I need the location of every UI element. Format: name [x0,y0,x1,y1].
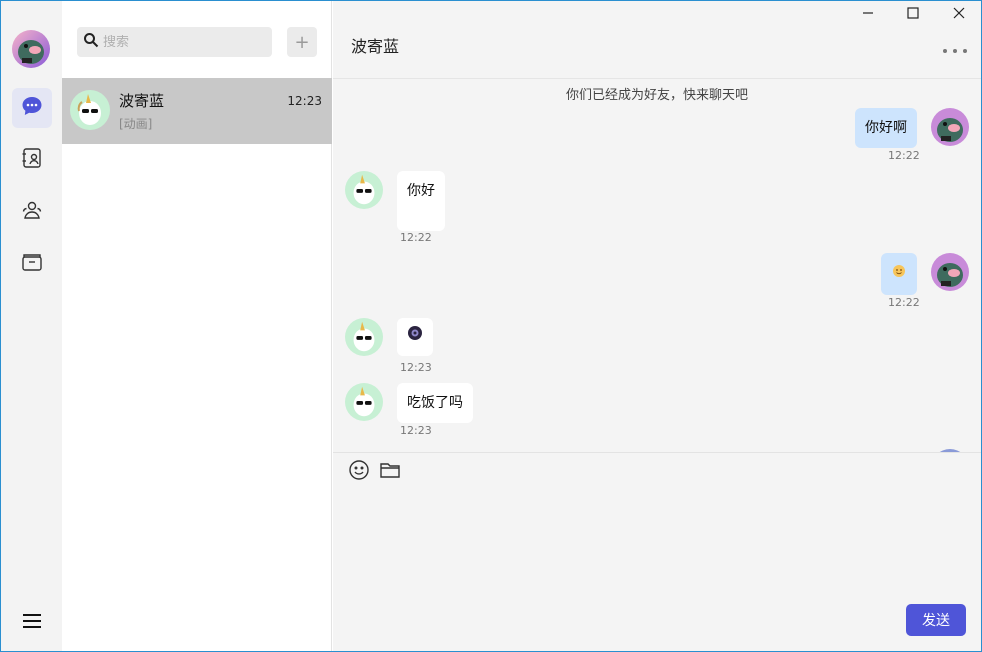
chat-title: 波寄蓝 [351,37,400,56]
system-tip: 你们已经成为好友，快来聊天吧 [565,88,748,103]
search-input[interactable] [103,34,263,50]
input-divider [333,452,981,453]
contact-avatar[interactable] [345,171,383,209]
self-avatar[interactable] [931,108,969,146]
maximize-icon [907,7,919,23]
contact-avatar[interactable] [345,318,383,356]
message-bubble-self[interactable] [881,253,917,295]
dot [953,49,957,53]
add-button[interactable]: + [287,27,317,57]
file-button[interactable] [378,460,402,484]
session-preview: [动画] [119,117,153,131]
message-time: 12:22 [888,149,920,162]
message-list[interactable]: 你们已经成为好友，快来聊天吧 你好啊 12:22 你好 12:22 12:22 … [333,79,981,452]
rail-chat-button[interactable] [12,88,52,128]
animated-sticker-icon [407,317,423,357]
close-icon [953,7,965,23]
message-time: 12:23 [400,361,432,374]
folder-icon [379,459,401,485]
message-bubble-contact[interactable] [397,318,433,356]
message-bubble-contact[interactable]: 你好 [397,171,445,231]
message-time: 12:22 [400,231,432,244]
emoji-button[interactable] [347,460,371,484]
send-button[interactable]: 发送 [906,604,966,636]
minimize-button[interactable] [853,5,883,25]
group-icon [21,199,43,225]
nav-rail [1,1,62,651]
message-time: 12:22 [888,296,920,309]
my-avatar[interactable] [12,30,50,68]
message-bubble-self[interactable]: 你好啊 [855,108,917,148]
search-box[interactable] [77,27,272,57]
minimize-icon [862,7,874,23]
chat-icon [21,95,43,121]
smile-emoji-icon [892,254,906,294]
unicorn-avatar [70,90,110,130]
message-input[interactable] [347,491,967,591]
rail-groups-button[interactable] [12,192,52,232]
smile-icon [348,459,370,485]
folder-icon [21,251,43,277]
rail-contacts-button[interactable] [12,140,52,180]
maximize-button[interactable] [898,5,928,25]
session-item[interactable]: 波寄蓝 [动画] 12:23 [62,78,332,144]
session-name: 波寄蓝 [119,92,165,110]
main-menu-button[interactable] [12,603,52,643]
contact-avatar[interactable] [345,383,383,421]
search-icon [83,32,99,52]
dot [943,49,947,53]
hamburger-menu-icon [22,613,42,633]
session-list-panel: + 波寄蓝 [动画] 12:23 [62,1,332,651]
rail-files-button[interactable] [12,244,52,284]
contacts-book-icon [21,147,43,173]
chat-panel: 波寄蓝 你们已经成为好友，快来聊天吧 你好啊 12:22 你好 12:22 12… [333,1,981,651]
more-options-button[interactable] [943,43,967,59]
dot [963,49,967,53]
message-time: 12:23 [400,424,432,437]
message-bubble-contact[interactable]: 吃饭了吗 [397,383,473,423]
self-avatar[interactable] [931,253,969,291]
session-time: 12:23 [287,94,322,108]
close-button[interactable] [944,5,974,25]
app-window: + 波寄蓝 [动画] 12:23 [0,0,982,652]
